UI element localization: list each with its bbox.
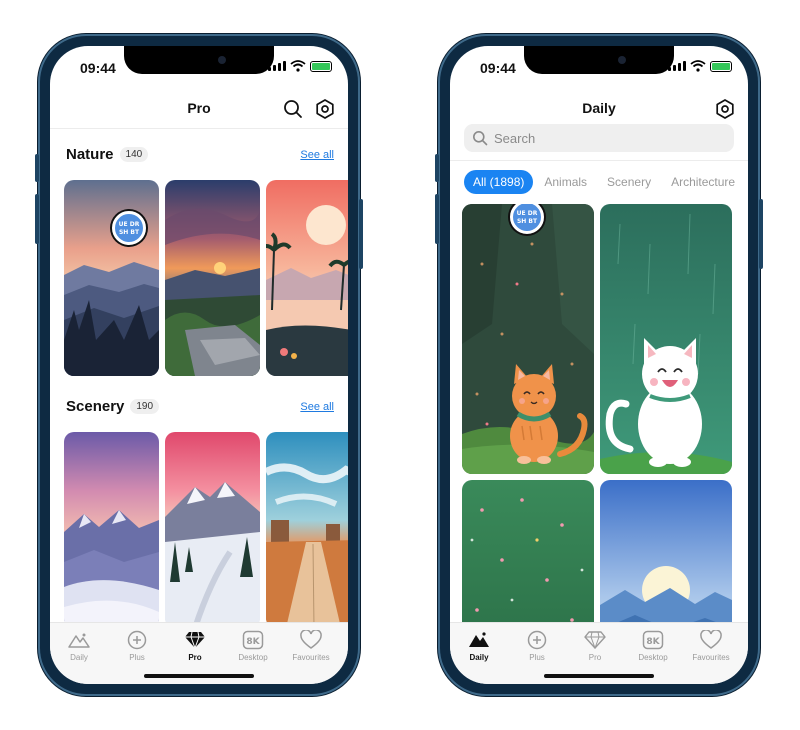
wallpaper-thumbnail[interactable] bbox=[64, 432, 159, 628]
see-all-link[interactable]: See all bbox=[300, 401, 334, 413]
heart-icon bbox=[700, 630, 722, 649]
app-screen: 09:44 Daily Search All (1898) Animals Sc… bbox=[450, 46, 748, 684]
settings-icon[interactable] bbox=[314, 98, 336, 120]
mountain-icon bbox=[68, 633, 90, 648]
section-header-nature: Nature 140 See all bbox=[66, 146, 334, 168]
tab-plus[interactable]: Plus bbox=[108, 629, 166, 662]
wallpaper-tile[interactable]: UE DR SH BT bbox=[462, 204, 594, 474]
camera bbox=[218, 56, 226, 64]
section-header-scenery: Scenery 190 See all bbox=[66, 398, 334, 420]
search-icon[interactable] bbox=[282, 98, 304, 120]
8k-icon: 8K bbox=[642, 630, 664, 650]
section-count-badge: 140 bbox=[119, 147, 149, 162]
top-bar: Pro bbox=[50, 94, 348, 126]
tab-favourites[interactable]: Favourites bbox=[682, 629, 740, 662]
wallpaper-thumbnail[interactable]: UE DR SH BT bbox=[64, 180, 159, 376]
header-divider bbox=[50, 128, 348, 129]
section-title: Scenery bbox=[66, 398, 125, 415]
volume-button bbox=[35, 154, 39, 182]
home-indicator[interactable] bbox=[144, 674, 254, 678]
volume-button bbox=[435, 194, 439, 244]
tab-daily[interactable]: Daily bbox=[50, 629, 108, 662]
tab-label: Daily bbox=[70, 653, 88, 662]
power-button bbox=[759, 199, 763, 269]
tab-label: Favourites bbox=[692, 653, 730, 662]
chip-architecture[interactable]: Architecture bbox=[662, 170, 744, 194]
tab-label: Desktop bbox=[638, 653, 668, 662]
status-time: 09:44 bbox=[480, 60, 516, 76]
nature-thumbnail-row: UE DR SH BT bbox=[64, 180, 348, 376]
tab-pro[interactable]: Pro bbox=[566, 629, 624, 662]
wallpaper-grid: UE DR SH BT bbox=[462, 204, 734, 674]
tab-desktop[interactable]: 8K Desktop bbox=[624, 629, 682, 662]
svg-text:8K: 8K bbox=[646, 637, 660, 647]
chip-scenery[interactable]: Scenery bbox=[598, 170, 660, 194]
category-filter-bar: All (1898) Animals Scenery Architecture bbox=[464, 170, 748, 196]
wallpaper-thumbnail[interactable] bbox=[165, 180, 260, 376]
tab-label: Plus bbox=[129, 653, 145, 662]
chip-animals[interactable]: Animals bbox=[535, 170, 596, 194]
svg-text:8K: 8K bbox=[246, 637, 260, 647]
home-indicator[interactable] bbox=[544, 674, 654, 678]
volume-button bbox=[35, 194, 39, 244]
wallpaper-thumbnail[interactable] bbox=[266, 180, 348, 376]
wifi-icon bbox=[290, 60, 306, 72]
tab-bar: Daily Plus Pro 8K Desktop Favourites bbox=[450, 622, 748, 684]
chip-all[interactable]: All (1898) bbox=[464, 170, 534, 194]
tab-pro[interactable]: Pro bbox=[166, 629, 224, 662]
plus-circle-icon bbox=[127, 630, 147, 650]
plus-circle-icon bbox=[527, 630, 547, 650]
tab-label: Favourites bbox=[292, 653, 330, 662]
app-screen: 09:44 Pro Nature 140 See all UE DR SH BT… bbox=[50, 46, 348, 684]
scenery-thumbnail-row bbox=[64, 432, 348, 628]
battery-icon bbox=[310, 61, 332, 72]
notch bbox=[124, 46, 274, 74]
heart-icon bbox=[300, 630, 322, 649]
phone-daily-screen: 09:44 Daily Search All (1898) Animals Sc… bbox=[435, 34, 763, 696]
section-count-badge: 190 bbox=[130, 399, 160, 414]
tab-bar: Daily Plus Pro 8K Desktop Favourites bbox=[50, 622, 348, 684]
tab-label: Plus bbox=[529, 653, 545, 662]
header-divider bbox=[450, 160, 748, 161]
tab-label: Pro bbox=[188, 653, 202, 662]
top-bar: Daily bbox=[450, 94, 748, 126]
search-input[interactable]: Search bbox=[464, 124, 734, 152]
volume-button bbox=[435, 154, 439, 182]
wallpaper-thumbnail[interactable] bbox=[266, 432, 348, 628]
tab-favourites[interactable]: Favourites bbox=[282, 629, 340, 662]
notch bbox=[524, 46, 674, 74]
tab-desktop[interactable]: 8K Desktop bbox=[224, 629, 282, 662]
mountain-icon bbox=[469, 632, 489, 647]
search-placeholder: Search bbox=[494, 131, 536, 146]
power-button bbox=[359, 199, 363, 269]
wallpaper-tile[interactable] bbox=[600, 204, 732, 474]
page-title: Daily bbox=[582, 100, 616, 116]
battery-icon bbox=[710, 61, 732, 72]
search-icon bbox=[473, 131, 488, 146]
diamond-icon bbox=[584, 631, 606, 649]
tab-label: Desktop bbox=[238, 653, 268, 662]
phone-pro-screen: 09:44 Pro Nature 140 See all UE DR SH BT… bbox=[35, 34, 363, 696]
camera bbox=[618, 56, 626, 64]
section-title: Nature bbox=[66, 146, 114, 163]
tab-plus[interactable]: Plus bbox=[508, 629, 566, 662]
tab-daily[interactable]: Daily bbox=[450, 629, 508, 662]
watermark-badge: UE DR SH BT bbox=[112, 211, 146, 245]
8k-icon: 8K bbox=[242, 630, 264, 650]
see-all-link[interactable]: See all bbox=[300, 149, 334, 161]
diamond-icon bbox=[185, 631, 205, 649]
tab-label: Pro bbox=[588, 653, 602, 662]
tab-label: Daily bbox=[469, 653, 489, 662]
settings-icon[interactable] bbox=[714, 98, 736, 120]
wifi-icon bbox=[690, 60, 706, 72]
status-time: 09:44 bbox=[80, 60, 116, 76]
wallpaper-thumbnail[interactable] bbox=[165, 432, 260, 628]
